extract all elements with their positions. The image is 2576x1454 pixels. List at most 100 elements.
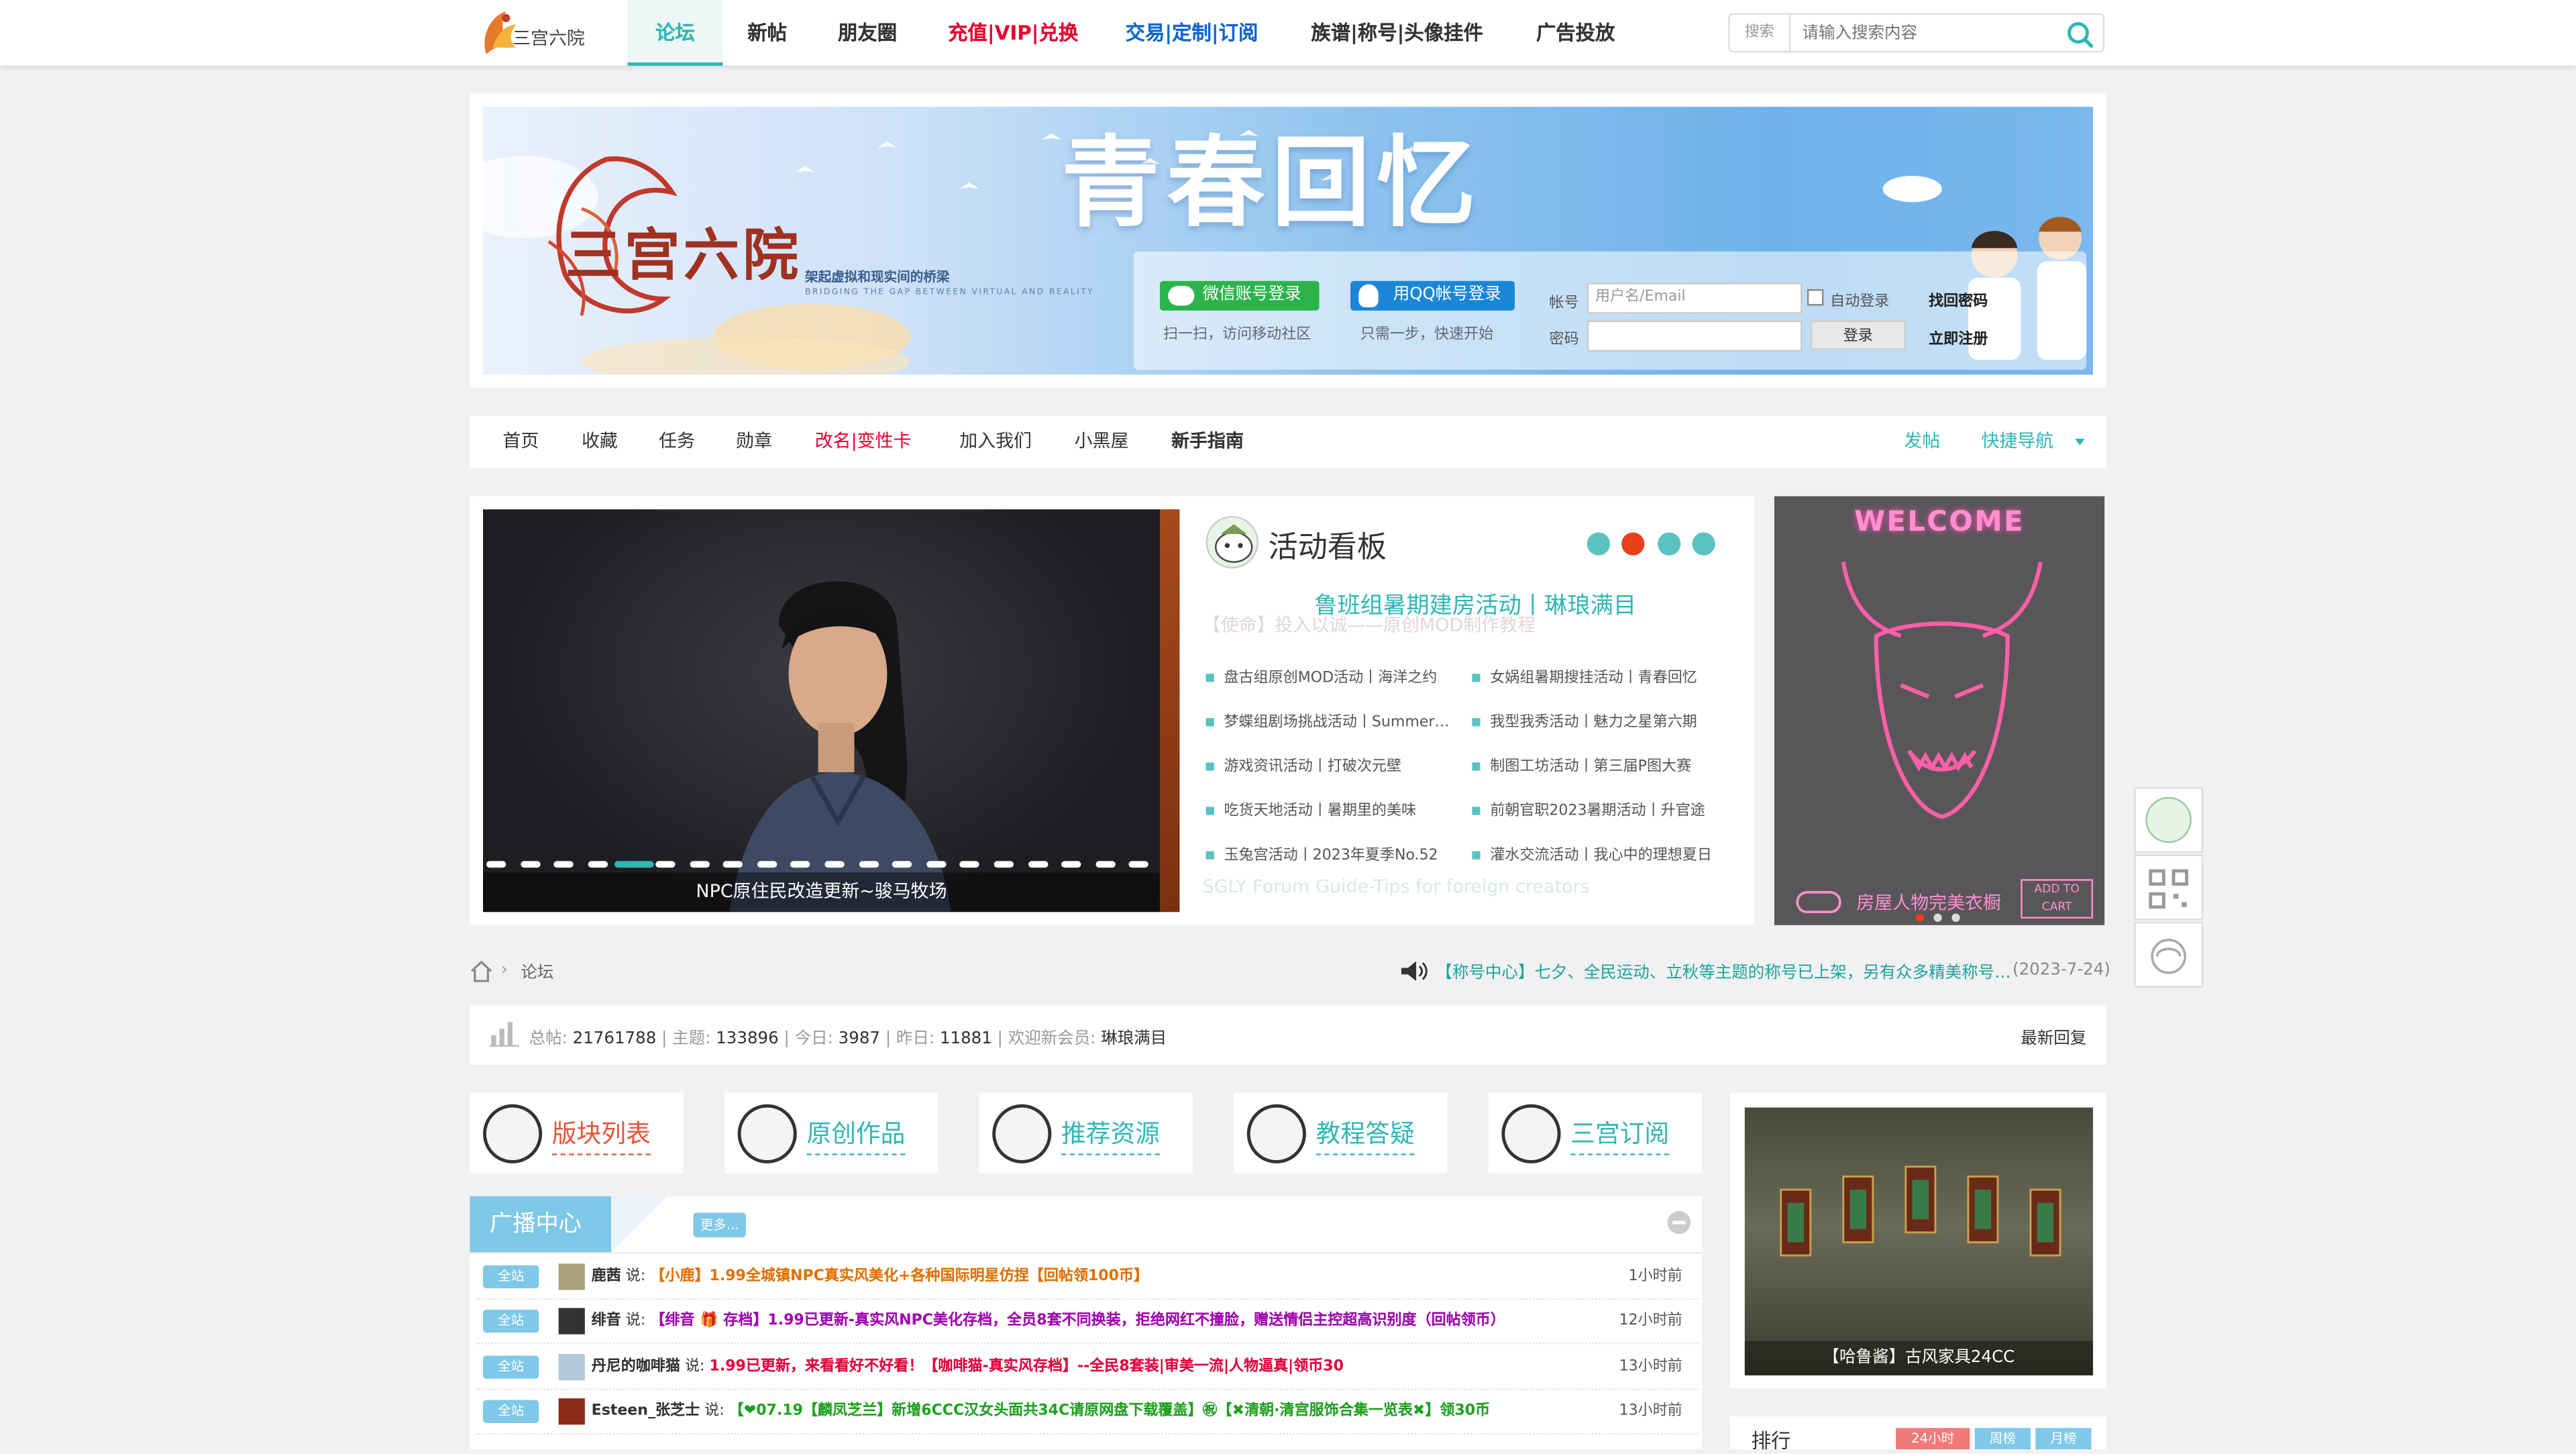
promo-caption[interactable]: 【哈鲁酱】古风家具24CC [1744, 1341, 2094, 1375]
account-input[interactable]: 用户名/Email [1587, 282, 1803, 314]
search-type-label[interactable]: 搜索 [1730, 15, 1791, 51]
slider-dot[interactable] [926, 861, 947, 868]
rank-tab-week[interactable]: 周榜 [1974, 1428, 2031, 1450]
scope-badge[interactable]: 全站 [483, 1265, 539, 1289]
slider-dot[interactable] [960, 861, 980, 868]
activity-link[interactable]: 玉兔宫活动丨2023年夏季No.52 [1206, 843, 1462, 864]
tile-original-works[interactable]: 原创作品 [724, 1092, 938, 1174]
new-member-link[interactable]: 琳琅满目 [1101, 1031, 1167, 1049]
subnav-medals[interactable]: 勋章 [736, 416, 772, 468]
nav-friends[interactable]: 朋友圈 [838, 0, 897, 66]
slider-dot[interactable] [1028, 861, 1048, 868]
slider-dot[interactable] [723, 861, 743, 868]
rank-tab-month[interactable]: 月榜 [2035, 1428, 2092, 1450]
broadcast-message[interactable]: 丹尼的咖啡猫 说: 1.99已更新，来看看好不好看！【咖啡猫-真实风存档】--全… [592, 1345, 1577, 1390]
site-logo[interactable]: 三宫六院 [476, 5, 585, 60]
nav-trade[interactable]: 交易|定制|订阅 [1126, 0, 1258, 66]
broadcast-message[interactable]: 鹿茜 说: 【小鹿】1.99全城镇NPC真实风美化+各种国际明星仿捏【回帖领10… [592, 1255, 1577, 1300]
home-icon[interactable] [470, 959, 492, 982]
breadcrumb-forum[interactable]: 论坛 [521, 958, 553, 983]
broadcast-user[interactable]: 丹尼的咖啡猫 [592, 1358, 680, 1374]
message-text[interactable]: 【❤07.19【麟凤芝兰】新增6CCC汉女头面共34C请原网盘下载覆盖】㊗【✖清… [729, 1403, 1490, 1419]
slider-dot[interactable] [824, 861, 845, 868]
broadcast-user[interactable]: Esteen_张芝士 [592, 1403, 700, 1419]
rank-tab-24h[interactable]: 24小时 [1896, 1428, 1970, 1450]
avatar[interactable] [558, 1308, 585, 1335]
subnav-guide[interactable]: 新手指南 [1171, 416, 1244, 468]
slider-dot[interactable] [757, 861, 777, 868]
slider-dot[interactable] [994, 861, 1014, 868]
slider-dot[interactable] [553, 861, 574, 868]
featured-slider[interactable]: NPC原住民改造更新~骏马牧场 [483, 509, 1180, 913]
broadcast-more-link[interactable]: 更多... [693, 1212, 746, 1238]
notice-text[interactable]: 【称号中心】七夕、全民运动、立秋等主题的称号已上架，另有众多精美称号… [1436, 958, 2010, 983]
latest-reply-link[interactable]: 最新回复 [2021, 1024, 2086, 1049]
nav-recharge[interactable]: 充值|VIP|兑换 [948, 0, 1078, 66]
search-icon[interactable] [2065, 19, 2094, 49]
activity-link[interactable]: 盘古组原创MOD活动丨海洋之约 [1206, 666, 1462, 686]
avatar[interactable] [558, 1263, 585, 1290]
wechat-login-button[interactable]: 微信账号登录 [1159, 280, 1320, 311]
nav-family[interactable]: 族谱|称号|头像挂件 [1311, 0, 1483, 66]
broadcast-message[interactable]: 绯音 说: 【绯音 🎁 存档】1.99已更新-真实风NPC美化存档，全员8套不同… [592, 1300, 1577, 1345]
slider-dot[interactable] [486, 861, 506, 868]
nav-forum[interactable]: 论坛 [627, 0, 723, 66]
subnav-blackroom[interactable]: 小黑屋 [1075, 416, 1129, 468]
activity-link[interactable]: 游戏资讯活动丨打破次元壁 [1206, 754, 1462, 775]
scope-badge[interactable]: 全站 [483, 1400, 539, 1423]
nav-ads[interactable]: 广告投放 [1536, 0, 1615, 66]
float-qrcode[interactable] [2134, 854, 2204, 921]
slider-dot[interactable] [614, 861, 655, 868]
post-button[interactable]: 发帖 [1904, 416, 1940, 468]
board-dot-1[interactable] [1587, 532, 1611, 556]
ad-dot-3[interactable] [1951, 913, 1960, 922]
ad-dot-2[interactable] [1933, 913, 1942, 922]
activity-link[interactable]: 梦蝶组剧场挑战活动丨Summer… [1206, 710, 1462, 731]
register-link[interactable]: 立即注册 [1929, 327, 1988, 348]
activity-headline[interactable]: 鲁班组暑期建房活动丨琳琅满目 [1314, 588, 1636, 621]
activity-link[interactable]: 吃货天地活动丨暑期里的美味 [1206, 798, 1462, 820]
board-dot-3[interactable] [1658, 532, 1681, 556]
tile-recommended[interactable]: 推荐资源 [979, 1092, 1193, 1174]
avatar[interactable] [558, 1398, 585, 1425]
login-button[interactable]: 登录 [1810, 320, 1906, 350]
activity-link[interactable]: 灌水交流活动丨我心中的理想夏日 [1472, 843, 1735, 864]
slider-dot[interactable] [790, 861, 811, 868]
avatar[interactable] [558, 1353, 585, 1380]
slider-dot[interactable] [655, 861, 676, 868]
ad-dot-1[interactable] [1915, 913, 1924, 922]
message-text[interactable]: 【小鹿】1.99全城镇NPC真实风美化+各种国际明星仿捏【回帖领100币】 [650, 1269, 1148, 1285]
collapse-icon[interactable] [1667, 1210, 1691, 1235]
qq-login-button[interactable]: 用QQ帐号登录 [1350, 280, 1515, 311]
scope-badge[interactable]: 全站 [483, 1310, 539, 1333]
slider-dot[interactable] [892, 861, 912, 868]
message-text[interactable]: 【绯音 🎁 存档】1.99已更新-真实风NPC美化存档，全员8套不同换装，拒绝网… [650, 1313, 1505, 1329]
activity-link[interactable]: 前朝官职2023暑期活动丨升官途 [1472, 798, 1735, 820]
slider-dot[interactable] [1061, 861, 1081, 868]
tile-subscribe[interactable]: 三宫订阅 [1488, 1092, 1703, 1174]
chevron-down-icon[interactable] [2075, 438, 2085, 446]
quick-nav-button[interactable]: 快捷导航 [1981, 416, 2053, 468]
slider-dot[interactable] [1129, 861, 1149, 868]
board-dot-2[interactable] [1621, 532, 1645, 556]
slider-caption[interactable]: NPC原住民改造更新~骏马牧场 [483, 872, 1160, 913]
subnav-home[interactable]: 首页 [502, 416, 539, 468]
slider-dot[interactable] [858, 861, 879, 868]
welcome-ad[interactable]: WELCOME 房屋人物完美衣橱 ADD TO CART [1774, 496, 2105, 925]
scope-badge[interactable]: 全站 [483, 1355, 539, 1378]
slider-dot[interactable] [689, 861, 709, 868]
promo-image[interactable] [1744, 1107, 2094, 1375]
broadcast-row[interactable]: 全站 Esteen_张芝士 说: 【❤07.19【麟凤芝兰】新增6CCC汉女头面共… [476, 1390, 1699, 1435]
tile-tutorials[interactable]: 教程答疑 [1234, 1092, 1448, 1174]
float-service[interactable] [2134, 921, 2204, 988]
activity-link[interactable]: 我型我秀活动丨魅力之星第六期 [1472, 710, 1735, 731]
slider-dot[interactable] [1095, 861, 1116, 868]
slider-dot[interactable] [520, 861, 540, 868]
broadcast-row[interactable]: 全站 绯音 说: 【绯音 🎁 存档】1.99已更新-真实风NPC美化存档，全员8套… [476, 1300, 1699, 1345]
subnav-join[interactable]: 加入我们 [959, 416, 1032, 468]
subnav-favorites[interactable]: 收藏 [582, 416, 618, 468]
activity-link[interactable]: 制图工坊活动丨第三届P图大赛 [1472, 754, 1735, 775]
subnav-rename[interactable]: 改名|变性卡 [815, 416, 912, 468]
password-input[interactable] [1587, 320, 1803, 352]
slider-dot[interactable] [588, 861, 608, 868]
